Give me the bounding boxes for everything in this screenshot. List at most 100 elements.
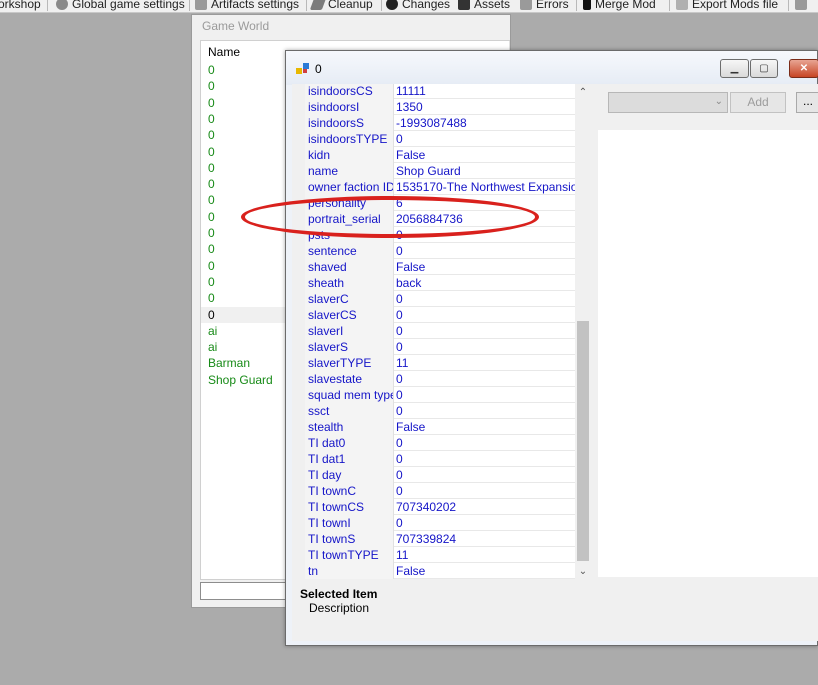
- scroll-up-icon[interactable]: ⌃: [575, 84, 591, 100]
- add-button[interactable]: Add: [730, 92, 786, 113]
- property-value[interactable]: 0: [395, 387, 576, 403]
- property-value[interactable]: False: [395, 563, 576, 579]
- toolbar-assets-button[interactable]: Assets: [458, 0, 510, 12]
- property-row[interactable]: slaverCS 0: [305, 307, 575, 323]
- property-name: isindoorsI: [305, 99, 394, 115]
- property-row[interactable]: slaverS 0: [305, 339, 575, 355]
- property-value[interactable]: 0: [395, 371, 576, 387]
- property-value[interactable]: -1993087488: [395, 115, 576, 131]
- dialog-title-bar[interactable]: 0 ▁ ▢ ✕: [286, 51, 818, 85]
- property-value[interactable]: 11111: [395, 84, 576, 99]
- property-value[interactable]: False: [395, 147, 576, 163]
- property-value[interactable]: 0: [395, 467, 576, 483]
- toolbar-separator: [306, 0, 307, 11]
- property-grid-scrollbar[interactable]: ⌃ ⌄: [575, 84, 591, 579]
- toolbar-errors-button[interactable]: Errors: [520, 0, 569, 12]
- game-world-title: Game World: [202, 19, 270, 33]
- property-row[interactable]: isindoorsI 1350: [305, 99, 575, 115]
- property-value[interactable]: 11: [395, 355, 576, 371]
- property-name: TI townC: [305, 483, 394, 499]
- toolbar-global-settings-button[interactable]: Global game settings: [56, 0, 185, 12]
- type-dropdown[interactable]: ⌄: [608, 92, 728, 113]
- property-value[interactable]: 0: [395, 403, 576, 419]
- property-row[interactable]: isindoorsCS 11111: [305, 84, 575, 99]
- property-value[interactable]: False: [395, 419, 576, 435]
- chevron-down-icon: ⌄: [714, 96, 723, 107]
- property-value[interactable]: 1350: [395, 99, 576, 115]
- errors-icon: [520, 0, 532, 10]
- merge-icon: [583, 0, 591, 10]
- name-column-header[interactable]: Name: [208, 45, 240, 59]
- property-row[interactable]: name Shop Guard: [305, 163, 575, 179]
- property-row[interactable]: TI townC 0: [305, 483, 575, 499]
- property-row[interactable]: TI townTYPE 11: [305, 547, 575, 563]
- toolbar-extra-button[interactable]: [795, 0, 811, 12]
- property-row[interactable]: stealth False: [305, 419, 575, 435]
- property-value[interactable]: 0: [395, 483, 576, 499]
- minimize-button[interactable]: ▁: [720, 59, 749, 78]
- property-row[interactable]: psts 0: [305, 227, 575, 243]
- toolbar-export-mods-button[interactable]: Export Mods file: [676, 0, 778, 12]
- property-value[interactable]: 6: [395, 195, 576, 211]
- maximize-button[interactable]: ▢: [750, 59, 778, 78]
- property-row[interactable]: kidn False: [305, 147, 575, 163]
- property-row[interactable]: slaverTYPE 11: [305, 355, 575, 371]
- toolbar-cleanup-button[interactable]: Cleanup: [309, 0, 373, 12]
- property-row[interactable]: isindoorsTYPE 0: [305, 131, 575, 147]
- scroll-down-icon[interactable]: ⌄: [575, 563, 591, 579]
- property-value[interactable]: 0: [395, 451, 576, 467]
- property-name: slavestate: [305, 371, 394, 387]
- more-button[interactable]: ...: [796, 92, 818, 113]
- property-value[interactable]: 0: [395, 131, 576, 147]
- property-value[interactable]: 707340202: [395, 499, 576, 515]
- property-row[interactable]: sentence 0: [305, 243, 575, 259]
- property-row[interactable]: slaverC 0: [305, 291, 575, 307]
- property-row[interactable]: tn False: [305, 563, 575, 579]
- property-value[interactable]: 1535170-The Northwest Expansion.m: [395, 179, 576, 195]
- property-row[interactable]: ssct 0: [305, 403, 575, 419]
- close-icon: ✕: [799, 63, 809, 74]
- property-value[interactable]: 11: [395, 547, 576, 563]
- property-row[interactable]: TI townS 707339824: [305, 531, 575, 547]
- property-row[interactable]: owner faction ID 1535170-The Northwest Ex…: [305, 179, 576, 195]
- property-row[interactable]: portrait_serial 2056884736: [305, 211, 575, 227]
- property-row[interactable]: slavestate 0: [305, 371, 575, 387]
- references-list[interactable]: [598, 130, 818, 577]
- toolbar-merge-mod-button[interactable]: Merge Mod: [583, 0, 656, 12]
- property-value[interactable]: 0: [395, 291, 576, 307]
- property-value[interactable]: 707339824: [395, 531, 576, 547]
- selected-item-title: Selected Item: [300, 587, 378, 601]
- property-name: TI townTYPE: [305, 547, 394, 563]
- property-row[interactable]: TI day 0: [305, 467, 575, 483]
- property-value[interactable]: False: [395, 259, 576, 275]
- toolbar-changes-button[interactable]: Changes: [386, 0, 450, 12]
- property-name: slaverI: [305, 323, 394, 339]
- toolbar-separator: [576, 0, 577, 11]
- property-row[interactable]: slaverI 0: [305, 323, 575, 339]
- property-row[interactable]: TI townI 0: [305, 515, 575, 531]
- property-value[interactable]: 0: [395, 323, 576, 339]
- property-row[interactable]: sheath back: [305, 275, 575, 291]
- scrollbar-thumb[interactable]: [577, 321, 589, 561]
- property-grid[interactable]: isindoorsCS 11111 isindoorsI 1350 isindoorsS…: [305, 84, 591, 579]
- property-value[interactable]: 0: [395, 227, 576, 243]
- toolbar-separator: [788, 0, 789, 11]
- property-row[interactable]: personality 6: [305, 195, 575, 211]
- toolbar-artifacts-button[interactable]: Artifacts settings: [195, 0, 299, 12]
- property-row[interactable]: TI townCS 707340202: [305, 499, 575, 515]
- property-row[interactable]: isindoorsS -1993087488: [305, 115, 575, 131]
- property-value[interactable]: 0: [395, 243, 576, 259]
- property-value[interactable]: Shop Guard: [395, 163, 576, 179]
- property-value[interactable]: 0: [395, 515, 576, 531]
- property-row[interactable]: squad mem type 0: [305, 387, 575, 403]
- close-button[interactable]: ✕: [789, 59, 818, 78]
- property-row[interactable]: shaved False: [305, 259, 575, 275]
- property-value[interactable]: 0: [395, 339, 576, 355]
- property-value[interactable]: 0: [395, 307, 576, 323]
- property-value[interactable]: back: [395, 275, 576, 291]
- property-value[interactable]: 0: [395, 435, 576, 451]
- property-row[interactable]: TI dat1 0: [305, 451, 575, 467]
- property-value[interactable]: 2056884736: [395, 211, 576, 227]
- toolbar-workshop-button[interactable]: orkshop: [0, 0, 41, 12]
- property-row[interactable]: TI dat0 0: [305, 435, 575, 451]
